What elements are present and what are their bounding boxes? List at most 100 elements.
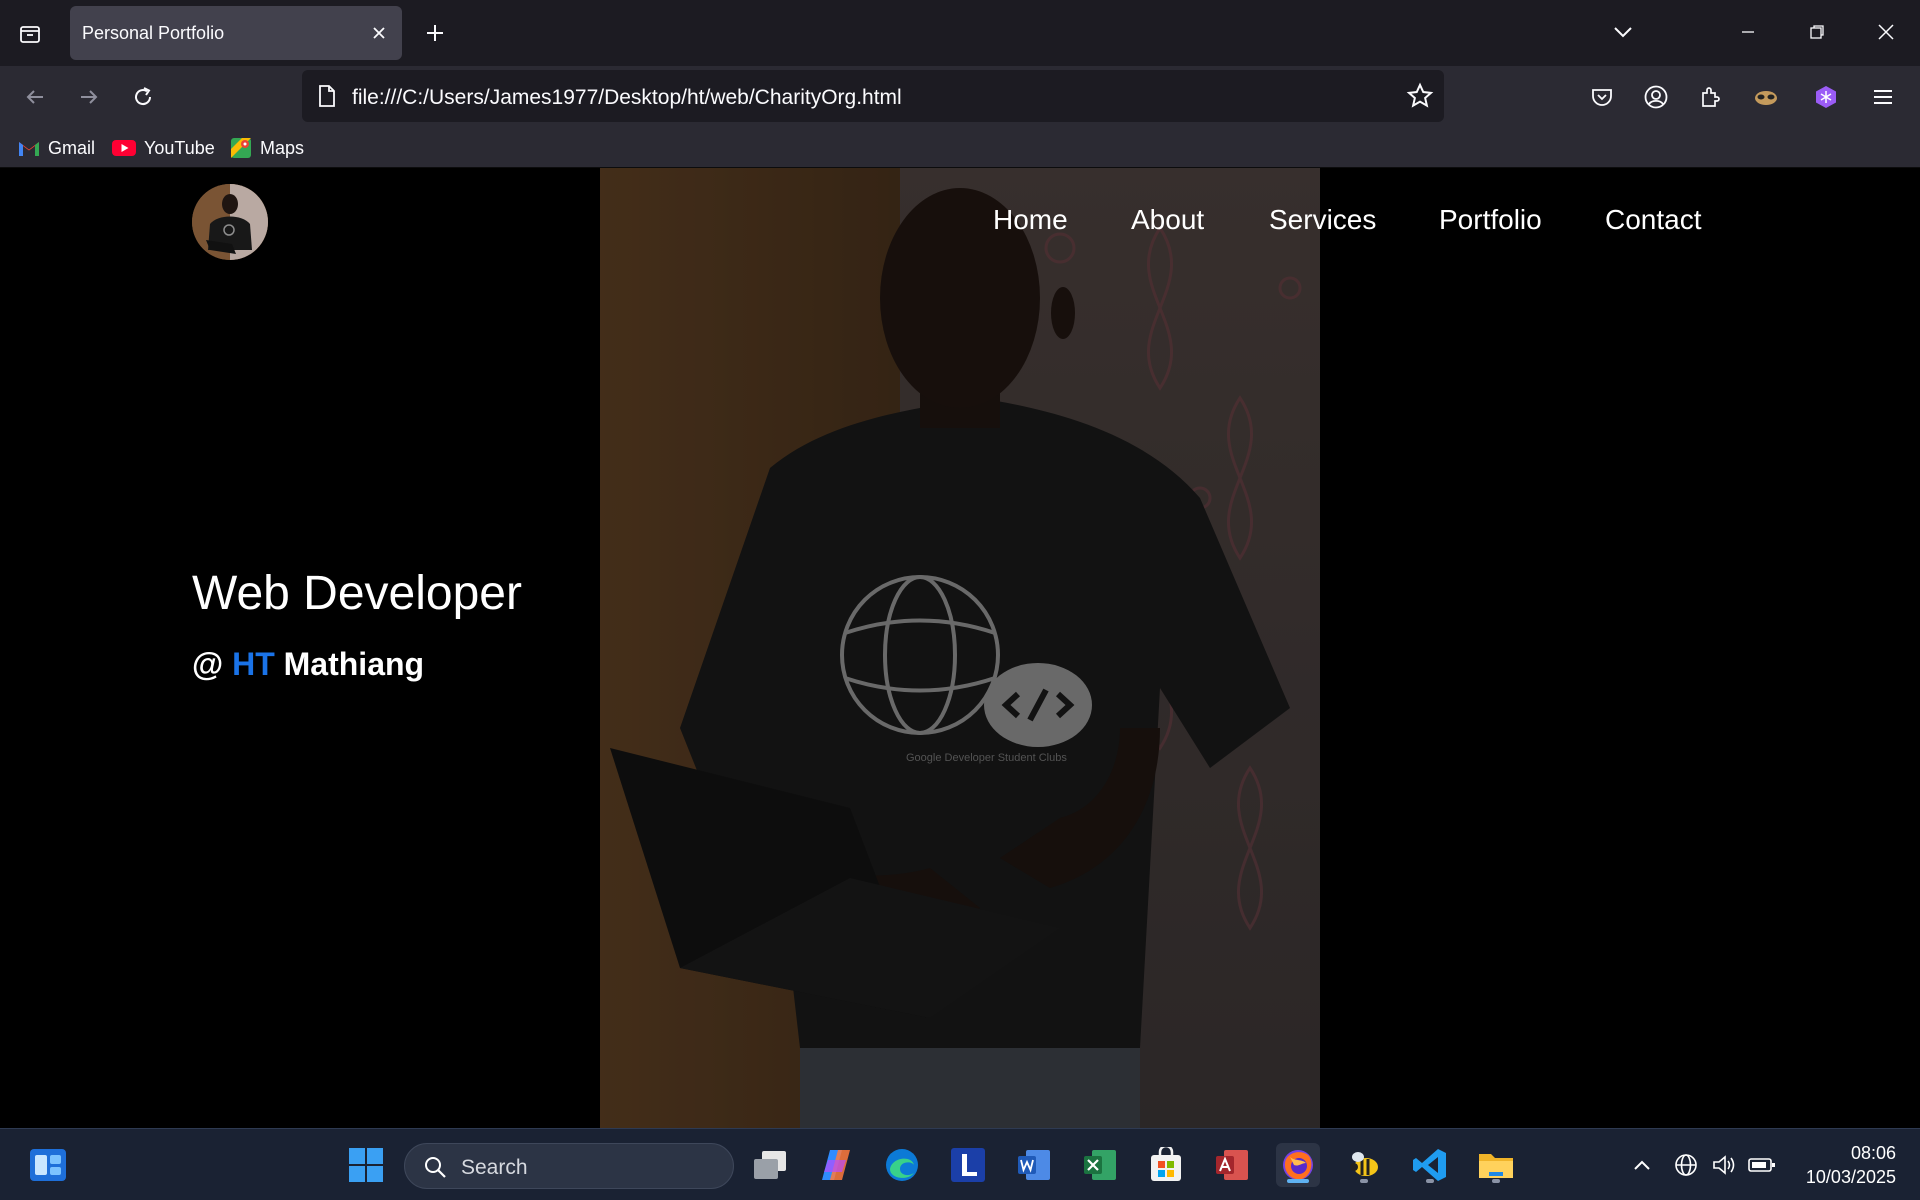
copilot-button[interactable] [814,1143,858,1187]
site-logo-avatar[interactable] [192,184,268,260]
windows-logo-icon [349,1148,383,1182]
account-icon [1644,85,1668,109]
minimize-icon [1742,31,1754,33]
access-button[interactable] [1210,1143,1254,1187]
chevron-down-icon [1614,27,1632,38]
word-button[interactable] [1012,1143,1056,1187]
start-button[interactable] [344,1143,388,1187]
store-icon [1151,1147,1181,1181]
youtube-icon [112,140,136,156]
hero-subtitle: @ HT Mathiang [192,646,424,683]
l-app-icon [951,1148,985,1182]
widgets-icon [30,1149,66,1181]
nav-about-link[interactable]: About [1131,204,1204,236]
address-bar[interactable]: file:///C:/Users/James1977/Desktop/ht/we… [302,70,1444,122]
widgets-button[interactable] [26,1143,70,1187]
puzzle-icon [1702,87,1720,107]
bookmark-label: YouTube [144,137,215,158]
firefox-button[interactable] [1276,1143,1320,1187]
task-view-button[interactable] [748,1143,792,1187]
subtitle-prefix: @ [192,646,224,682]
store-button[interactable] [1144,1143,1188,1187]
folder-icon [1479,1154,1513,1178]
page-icon [319,85,335,107]
edge-button[interactable] [880,1143,924,1187]
restore-icon [1810,25,1824,39]
app-menu-button[interactable] [1866,80,1900,114]
hero-photo: Google Developer Student Clubs [600,168,1320,1128]
tab-list-button[interactable] [14,18,46,50]
forward-button[interactable] [72,80,106,114]
excel-button[interactable] [1078,1143,1122,1187]
minimize-button[interactable] [1728,14,1768,50]
access-icon [1216,1150,1248,1180]
taskbar-clock[interactable]: 08:06 10/03/2025 [1806,1141,1896,1189]
close-window-button[interactable] [1866,14,1906,50]
edge-icon [886,1149,918,1181]
running-indicator [1287,1179,1309,1183]
running-indicator [1360,1179,1368,1183]
reload-icon [135,87,152,106]
bookmark-maps[interactable]: Maps [230,136,304,160]
speaker-icon [1713,1155,1735,1175]
bookmark-gmail[interactable]: Gmail [18,136,95,160]
maps-icon [231,138,251,158]
bookmarks-toolbar: Gmail YouTube Maps [0,128,1920,168]
close-icon [1878,24,1894,40]
task-view-icon [754,1151,786,1179]
nav-portfolio-link[interactable]: Portfolio [1439,204,1542,236]
nav-home-link[interactable]: Home [993,204,1068,236]
subtitle-highlight: HT [232,646,275,682]
bookmark-label: Maps [260,137,305,158]
running-indicator [1492,1179,1500,1183]
gmail-icon [19,142,39,156]
chevron-up-icon [1634,1160,1650,1170]
show-hidden-icons-button[interactable] [1620,1143,1664,1187]
bookmark-youtube[interactable]: YouTube [112,136,215,160]
new-tab-button[interactable] [420,18,450,48]
search-placeholder: Search [461,1156,528,1179]
restore-button[interactable] [1797,14,1837,50]
hamburger-menu-icon [1874,90,1892,104]
copilot-icon [822,1150,850,1180]
file-explorer-button[interactable] [1474,1143,1518,1187]
extension-purple-button[interactable] [1809,80,1843,114]
nav-services-link[interactable]: Services [1269,204,1376,236]
battery-button[interactable] [1740,1143,1784,1187]
arrow-right-icon [81,90,98,104]
web-page: Google Developer Student Clubs Home Abou… [0,168,1920,1128]
taskbar-search-box[interactable]: Search [404,1143,734,1189]
avatar-image [192,184,268,260]
nav-contact-link[interactable]: Contact [1605,204,1702,236]
tab-list-icon [20,26,40,43]
extension-mask-button[interactable] [1749,80,1783,114]
developer-portrait-image: Google Developer Student Clubs [600,168,1320,1128]
word-icon [1018,1150,1050,1180]
battery-icon [1748,1158,1775,1172]
reload-button[interactable] [126,80,160,114]
bee-icon [1350,1152,1378,1176]
url-text[interactable]: file:///C:/Users/James1977/Desktop/ht/we… [352,86,902,110]
list-all-tabs-button[interactable] [1603,14,1643,50]
back-button[interactable] [18,80,52,114]
account-button[interactable] [1639,80,1673,114]
extensions-button[interactable] [1693,80,1727,114]
hexagon-extension-icon [1816,86,1836,108]
vscode-icon [1413,1149,1446,1181]
close-icon [373,27,385,39]
plus-icon [427,25,443,41]
bookmark-label: Gmail [48,137,96,158]
clock-time: 08:06 [1850,1143,1896,1163]
excel-icon [1084,1150,1116,1180]
vscode-button[interactable] [1408,1143,1452,1187]
browser-tab-bar: Personal Portfolio [0,0,1920,66]
browser-tab[interactable]: Personal Portfolio [70,6,402,60]
subtitle-name: Mathiang [283,646,425,682]
l-app-button[interactable] [946,1143,990,1187]
star-icon[interactable] [1406,82,1434,110]
mask-extension-icon [1755,91,1777,105]
running-indicator [1426,1179,1434,1183]
pocket-button[interactable] [1585,80,1619,114]
tab-close-button[interactable] [366,20,392,46]
bee-app-button[interactable] [1342,1143,1386,1187]
